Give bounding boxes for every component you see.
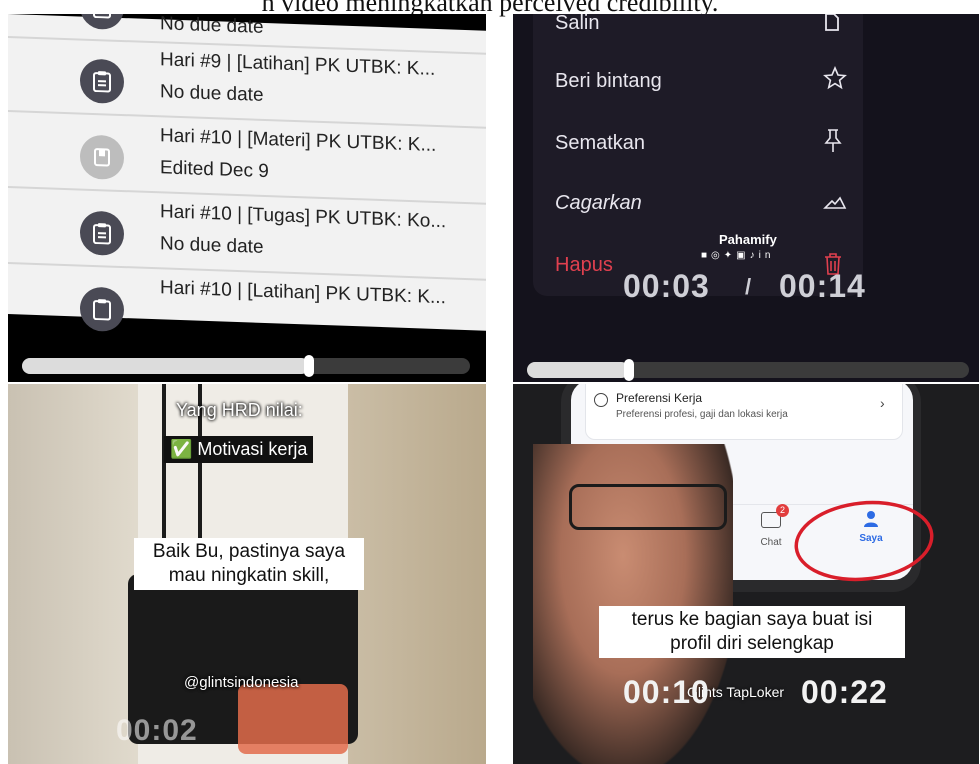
scrubber-progress	[22, 358, 309, 374]
subtitle-caption: Baik Bu, pastinya saya mau ningkatin ski…	[134, 538, 364, 590]
caption-line: mau ningkatin skill,	[168, 565, 330, 586]
task-title: Hari #10 | [Tugas] PK UTBK: Ko...	[160, 201, 447, 233]
assignment-icon	[80, 210, 124, 257]
task-subtitle: No due date	[160, 81, 264, 106]
task-title: Hari #9 | [Latihan] PK UTBK: K...	[160, 49, 436, 80]
caption-line: terus ke bagian saya buat isi	[631, 609, 873, 630]
archive-icon	[823, 190, 847, 218]
time-total: 00:22	[801, 674, 888, 710]
time-total: 00:14	[779, 268, 866, 304]
menu-item-delete[interactable]: Hapus	[555, 254, 613, 277]
video-panel-classroom: No due date Hari #9 | [Latihan] PK UTBK:…	[8, 14, 486, 382]
creator-handle: @glintsindonesia	[184, 674, 299, 691]
overlay-badge: ✅ Motivasi kerja	[164, 436, 314, 463]
material-icon	[80, 134, 124, 181]
task-title: Hari #10 | [Latihan] PK UTBK: K...	[160, 277, 446, 309]
list-item[interactable]: Hari #10 | [Materi] PK UTBK: K... Edited…	[8, 114, 486, 205]
time-current: 00:03	[623, 268, 710, 304]
brand-watermark: Pahamify	[719, 232, 777, 247]
chat-icon: 2	[761, 504, 789, 528]
assignment-icon	[80, 14, 124, 31]
caption-line: profil diri selengkap	[670, 633, 834, 654]
video-scrubber[interactable]	[22, 355, 470, 377]
video-panel-app-tutorial: Preferensi Kerja Preferensi profesi, gaj…	[513, 384, 979, 764]
pin-icon	[823, 128, 843, 160]
time-separator: /	[745, 274, 753, 299]
assignment-icon	[80, 58, 124, 105]
scrubber-handle[interactable]	[304, 355, 314, 377]
overlay-heading: Yang HRD nilai:	[176, 400, 303, 420]
task-subtitle: No due date	[160, 14, 264, 38]
menu-item-copy[interactable]: Salin	[555, 14, 599, 35]
copy-icon	[823, 14, 841, 38]
menu-item-star[interactable]: Beri bintang	[555, 70, 662, 93]
subtitle-caption: terus ke bagian saya buat isi profil dir…	[599, 606, 905, 658]
video-panel-context-menu: Salin Beri bintang Sematkan Cagarkan Hap…	[513, 14, 979, 382]
assignment-icon	[80, 286, 124, 333]
list-item[interactable]: Hari #10 | [Tugas] PK UTBK: Ko... No due…	[8, 190, 486, 281]
preference-card[interactable]: Preferensi Kerja Preferensi profesi, gaj…	[585, 384, 903, 440]
task-subtitle: No due date	[160, 233, 264, 258]
time-current: 00:10	[623, 674, 710, 710]
red-highlight-circle	[794, 500, 934, 582]
list-item[interactable]: Hari #9 | [Latihan] PK UTBK: K... No due…	[8, 38, 486, 129]
video-panel-interview: Yang HRD nilai: ✅ Motivasi kerja Baik Bu…	[8, 384, 486, 764]
glasses	[569, 484, 727, 530]
task-list: No due date Hari #9 | [Latihan] PK UTBK:…	[8, 14, 486, 333]
menu-item-archive[interactable]: Cagarkan	[555, 192, 642, 215]
scrubber-progress	[527, 362, 629, 378]
badge-card	[238, 684, 348, 754]
list-item[interactable]: Hari #10 | [Latihan] PK UTBK: K...	[8, 266, 486, 355]
chevron-right-icon: ›	[880, 395, 885, 411]
scrubber-handle[interactable]	[624, 359, 634, 381]
video-scrubber[interactable]	[527, 359, 969, 381]
task-subtitle: Edited Dec 9	[160, 157, 269, 183]
caption-line: Baik Bu, pastinya saya	[152, 541, 346, 562]
card-subtitle: Preferensi profesi, gaji dan lokasi kerj…	[616, 409, 788, 420]
context-menu: Salin Beri bintang Sematkan Cagarkan Hap…	[533, 14, 863, 296]
menu-item-pin[interactable]: Sematkan	[555, 132, 645, 155]
notification-badge: 2	[776, 504, 789, 517]
social-icons: ■◎✦▣♪in	[701, 250, 775, 261]
task-title: Hari #10 | [Materi] PK UTBK: K...	[160, 125, 437, 156]
card-title: Preferensi Kerja	[616, 391, 703, 405]
compass-icon	[594, 393, 608, 407]
time-current: 00:02	[116, 714, 198, 747]
star-icon	[823, 65, 847, 96]
